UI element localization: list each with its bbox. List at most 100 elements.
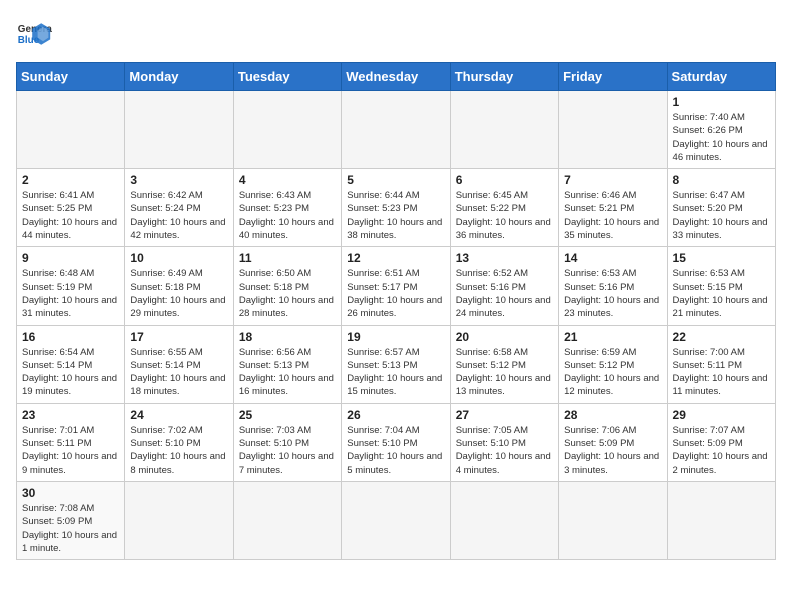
day-number: 21 — [564, 330, 661, 344]
calendar-cell: 7 Sunrise: 6:46 AM Sunset: 5:21 PM Daylig… — [559, 169, 667, 247]
weekday-header-saturday: Saturday — [667, 63, 775, 91]
weekday-header-monday: Monday — [125, 63, 233, 91]
calendar-week-row: 2 Sunrise: 6:41 AM Sunset: 5:25 PM Daylig… — [17, 169, 776, 247]
day-info: Sunrise: 7:04 AM Sunset: 5:10 PM Dayligh… — [347, 424, 444, 477]
calendar-cell: 30 Sunrise: 7:08 AM Sunset: 5:09 PM Dayli… — [17, 481, 125, 559]
day-info: Sunrise: 7:08 AM Sunset: 5:09 PM Dayligh… — [22, 502, 119, 555]
day-number: 30 — [22, 486, 119, 500]
day-number: 26 — [347, 408, 444, 422]
weekday-header-sunday: Sunday — [17, 63, 125, 91]
calendar-cell: 18 Sunrise: 6:56 AM Sunset: 5:13 PM Dayli… — [233, 325, 341, 403]
generalblue-logo-icon: General Blue — [16, 16, 52, 52]
day-number: 29 — [673, 408, 770, 422]
calendar-cell — [559, 91, 667, 169]
day-number: 5 — [347, 173, 444, 187]
calendar-cell: 20Sunrise: 6:58 AM Sunset: 5:12 PM Dayli… — [450, 325, 558, 403]
day-number: 12 — [347, 251, 444, 265]
day-info: Sunrise: 6:44 AM Sunset: 5:23 PM Dayligh… — [347, 189, 444, 242]
calendar-cell: 26 Sunrise: 7:04 AM Sunset: 5:10 PM Dayli… — [342, 403, 450, 481]
header: General Blue — [16, 16, 776, 52]
calendar-cell: 29 Sunrise: 7:07 AM Sunset: 5:09 PM Dayli… — [667, 403, 775, 481]
calendar-cell: 9 Sunrise: 6:48 AM Sunset: 5:19 PM Daylig… — [17, 247, 125, 325]
calendar-cell — [125, 481, 233, 559]
calendar-cell — [233, 91, 341, 169]
day-number: 17 — [130, 330, 227, 344]
day-number: 18 — [239, 330, 336, 344]
day-number: 6 — [456, 173, 553, 187]
day-number: 13 — [456, 251, 553, 265]
day-info: Sunrise: 6:55 AM Sunset: 5:14 PM Dayligh… — [130, 346, 227, 399]
day-info: Sunrise: 6:59 AM Sunset: 5:12 PM Dayligh… — [564, 346, 661, 399]
day-info: Sunrise: 6:41 AM Sunset: 5:25 PM Dayligh… — [22, 189, 119, 242]
calendar-cell — [559, 481, 667, 559]
day-number: 23 — [22, 408, 119, 422]
day-info: Sunrise: 7:02 AM Sunset: 5:10 PM Dayligh… — [130, 424, 227, 477]
day-info: Sunrise: 6:48 AM Sunset: 5:19 PM Dayligh… — [22, 267, 119, 320]
day-info: Sunrise: 6:54 AM Sunset: 5:14 PM Dayligh… — [22, 346, 119, 399]
day-info: Sunrise: 7:00 AM Sunset: 5:11 PM Dayligh… — [673, 346, 770, 399]
calendar-week-row: 16Sunrise: 6:54 AM Sunset: 5:14 PM Dayli… — [17, 325, 776, 403]
calendar-cell: 8 Sunrise: 6:47 AM Sunset: 5:20 PM Daylig… — [667, 169, 775, 247]
day-number: 24 — [130, 408, 227, 422]
calendar-cell — [342, 91, 450, 169]
day-info: Sunrise: 6:42 AM Sunset: 5:24 PM Dayligh… — [130, 189, 227, 242]
day-info: Sunrise: 7:01 AM Sunset: 5:11 PM Dayligh… — [22, 424, 119, 477]
day-info: Sunrise: 6:53 AM Sunset: 5:15 PM Dayligh… — [673, 267, 770, 320]
day-info: Sunrise: 6:43 AM Sunset: 5:23 PM Dayligh… — [239, 189, 336, 242]
day-info: Sunrise: 6:49 AM Sunset: 5:18 PM Dayligh… — [130, 267, 227, 320]
calendar-cell: 4 Sunrise: 6:43 AM Sunset: 5:23 PM Daylig… — [233, 169, 341, 247]
day-info: Sunrise: 6:56 AM Sunset: 5:13 PM Dayligh… — [239, 346, 336, 399]
day-number: 1 — [673, 95, 770, 109]
calendar-cell — [450, 481, 558, 559]
calendar-cell — [667, 481, 775, 559]
calendar-cell — [450, 91, 558, 169]
day-number: 2 — [22, 173, 119, 187]
day-info: Sunrise: 6:50 AM Sunset: 5:18 PM Dayligh… — [239, 267, 336, 320]
day-info: Sunrise: 6:58 AM Sunset: 5:12 PM Dayligh… — [456, 346, 553, 399]
logo: General Blue — [16, 16, 52, 52]
calendar-cell — [125, 91, 233, 169]
day-info: Sunrise: 7:07 AM Sunset: 5:09 PM Dayligh… — [673, 424, 770, 477]
weekday-header-row: SundayMondayTuesdayWednesdayThursdayFrid… — [17, 63, 776, 91]
day-number: 10 — [130, 251, 227, 265]
day-number: 8 — [673, 173, 770, 187]
calendar-cell: 2 Sunrise: 6:41 AM Sunset: 5:25 PM Daylig… — [17, 169, 125, 247]
day-number: 15 — [673, 251, 770, 265]
calendar-cell: 16Sunrise: 6:54 AM Sunset: 5:14 PM Dayli… — [17, 325, 125, 403]
day-info: Sunrise: 6:47 AM Sunset: 5:20 PM Dayligh… — [673, 189, 770, 242]
calendar-cell: 17 Sunrise: 6:55 AM Sunset: 5:14 PM Dayli… — [125, 325, 233, 403]
calendar-cell: 21 Sunrise: 6:59 AM Sunset: 5:12 PM Dayli… — [559, 325, 667, 403]
calendar-cell: 5 Sunrise: 6:44 AM Sunset: 5:23 PM Daylig… — [342, 169, 450, 247]
calendar-week-row: 9 Sunrise: 6:48 AM Sunset: 5:19 PM Daylig… — [17, 247, 776, 325]
day-number: 28 — [564, 408, 661, 422]
calendar-cell: 24 Sunrise: 7:02 AM Sunset: 5:10 PM Dayli… — [125, 403, 233, 481]
calendar-cell: 22Sunrise: 7:00 AM Sunset: 5:11 PM Dayli… — [667, 325, 775, 403]
day-number: 3 — [130, 173, 227, 187]
day-number: 25 — [239, 408, 336, 422]
calendar-cell — [233, 481, 341, 559]
day-number: 9 — [22, 251, 119, 265]
calendar-cell: 12 Sunrise: 6:51 AM Sunset: 5:17 PM Dayli… — [342, 247, 450, 325]
calendar-week-row: 30 Sunrise: 7:08 AM Sunset: 5:09 PM Dayli… — [17, 481, 776, 559]
day-info: Sunrise: 6:52 AM Sunset: 5:16 PM Dayligh… — [456, 267, 553, 320]
day-info: Sunrise: 7:06 AM Sunset: 5:09 PM Dayligh… — [564, 424, 661, 477]
day-number: 4 — [239, 173, 336, 187]
calendar-week-row: 23 Sunrise: 7:01 AM Sunset: 5:11 PM Dayli… — [17, 403, 776, 481]
weekday-header-friday: Friday — [559, 63, 667, 91]
day-number: 14 — [564, 251, 661, 265]
day-number: 11 — [239, 251, 336, 265]
day-info: Sunrise: 7:03 AM Sunset: 5:10 PM Dayligh… — [239, 424, 336, 477]
weekday-header-tuesday: Tuesday — [233, 63, 341, 91]
calendar-cell: 11 Sunrise: 6:50 AM Sunset: 5:18 PM Dayli… — [233, 247, 341, 325]
weekday-header-thursday: Thursday — [450, 63, 558, 91]
day-info: Sunrise: 6:51 AM Sunset: 5:17 PM Dayligh… — [347, 267, 444, 320]
calendar-cell: 25 Sunrise: 7:03 AM Sunset: 5:10 PM Dayli… — [233, 403, 341, 481]
calendar-cell: 19Sunrise: 6:57 AM Sunset: 5:13 PM Dayli… — [342, 325, 450, 403]
day-number: 7 — [564, 173, 661, 187]
calendar-cell — [17, 91, 125, 169]
calendar-cell: 1 Sunrise: 7:40 AM Sunset: 6:26 PM Daylig… — [667, 91, 775, 169]
calendar: SundayMondayTuesdayWednesdayThursdayFrid… — [16, 62, 776, 560]
day-info: Sunrise: 6:46 AM Sunset: 5:21 PM Dayligh… — [564, 189, 661, 242]
day-info: Sunrise: 7:40 AM Sunset: 6:26 PM Dayligh… — [673, 111, 770, 164]
calendar-cell: 6Sunrise: 6:45 AM Sunset: 5:22 PM Daylig… — [450, 169, 558, 247]
